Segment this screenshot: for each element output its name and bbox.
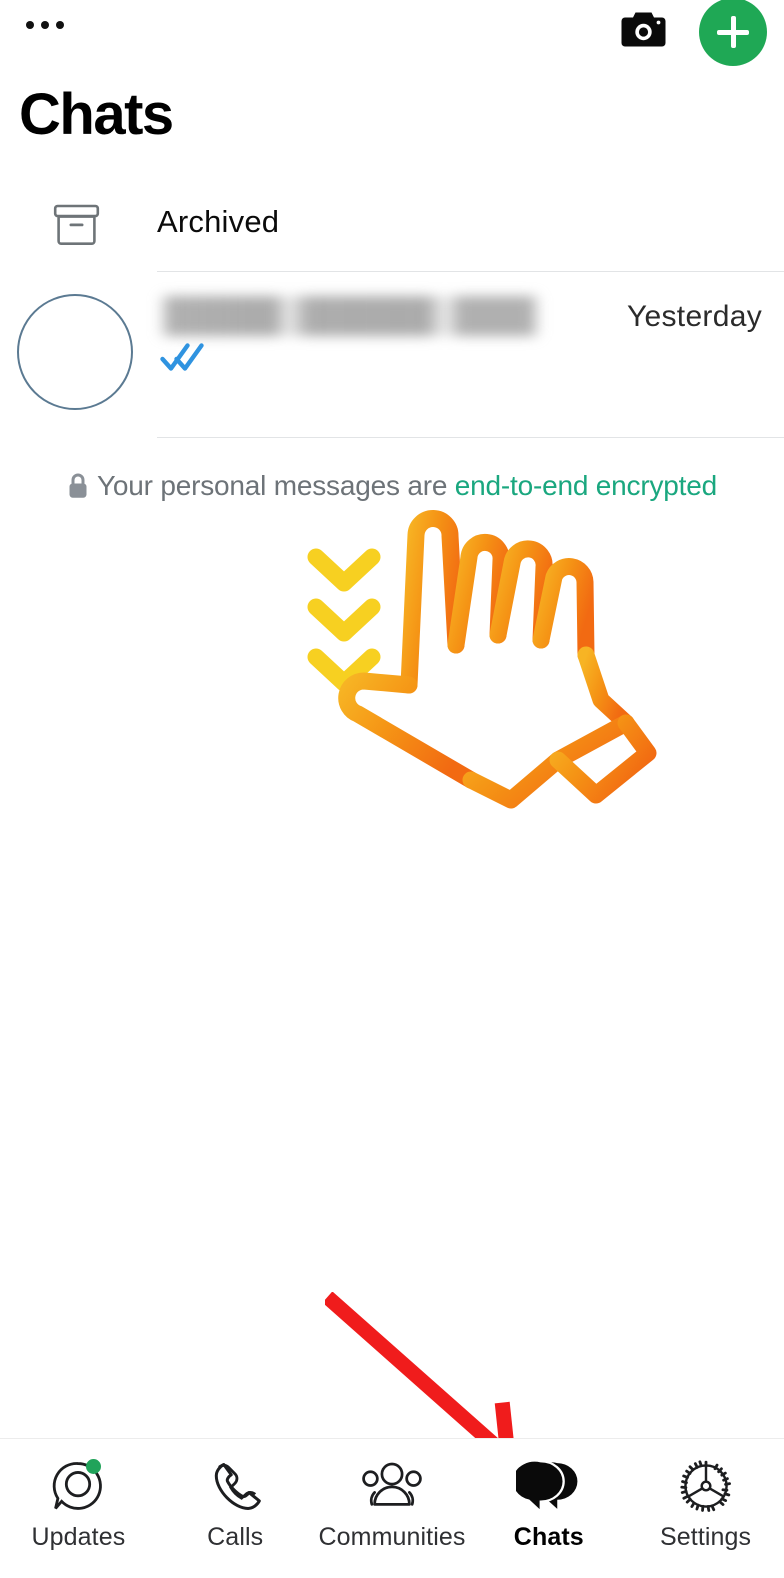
swipe-down-hand-icon	[296, 495, 716, 825]
archived-label: Archived	[157, 204, 280, 239]
dot	[41, 21, 49, 29]
tab-settings[interactable]: Settings	[627, 1439, 784, 1578]
chat-timestamp: Yesterday	[626, 300, 762, 333]
chat-name-redacted	[157, 296, 542, 336]
tab-calls[interactable]: Calls	[157, 1439, 314, 1578]
tab-communities[interactable]: Communities	[314, 1439, 471, 1578]
tab-label: Chats	[513, 1523, 584, 1551]
dot	[26, 21, 34, 29]
chat-list-item[interactable]: Yesterday	[0, 280, 784, 435]
encryption-plain-text: Your personal messages are	[97, 470, 455, 501]
avatar[interactable]	[17, 294, 133, 410]
tab-label: Communities	[318, 1523, 466, 1551]
phone-icon	[206, 1455, 264, 1517]
gear-icon	[677, 1455, 735, 1517]
tab-label: Settings	[660, 1523, 752, 1551]
double-check-read-icon	[160, 340, 206, 374]
list-divider-top	[157, 271, 784, 272]
archived-row[interactable]: Archived	[0, 196, 784, 260]
status-updates-icon	[49, 1455, 107, 1517]
tab-updates[interactable]: Updates	[0, 1439, 157, 1578]
chat-bubbles-icon	[515, 1455, 582, 1517]
more-horizontal-icon[interactable]	[26, 21, 64, 29]
whatsapp-chats-screen: Chats Archived Yesterday Your personal m…	[0, 0, 784, 1578]
people-group-icon	[359, 1455, 425, 1517]
chevron-down-icons	[307, 548, 381, 692]
dot	[56, 21, 64, 29]
plus-icon-horizontal	[717, 29, 749, 35]
lock-icon	[67, 472, 89, 506]
top-bar	[0, 0, 784, 66]
encryption-link-text[interactable]: end-to-end encrypted	[455, 470, 717, 501]
bottom-tab-bar: Updates Calls Communities Chats Settings	[0, 1438, 784, 1578]
camera-icon[interactable]	[621, 10, 666, 48]
archive-box-icon	[53, 202, 100, 247]
list-divider-bottom	[157, 437, 784, 438]
page-title: Chats	[19, 82, 174, 147]
tab-label: Calls	[207, 1523, 264, 1551]
tab-chats[interactable]: Chats	[470, 1439, 627, 1578]
encryption-notice: Your personal messages are end-to-end en…	[0, 470, 784, 506]
new-chat-button[interactable]	[699, 0, 767, 66]
tab-label: Updates	[31, 1523, 126, 1551]
